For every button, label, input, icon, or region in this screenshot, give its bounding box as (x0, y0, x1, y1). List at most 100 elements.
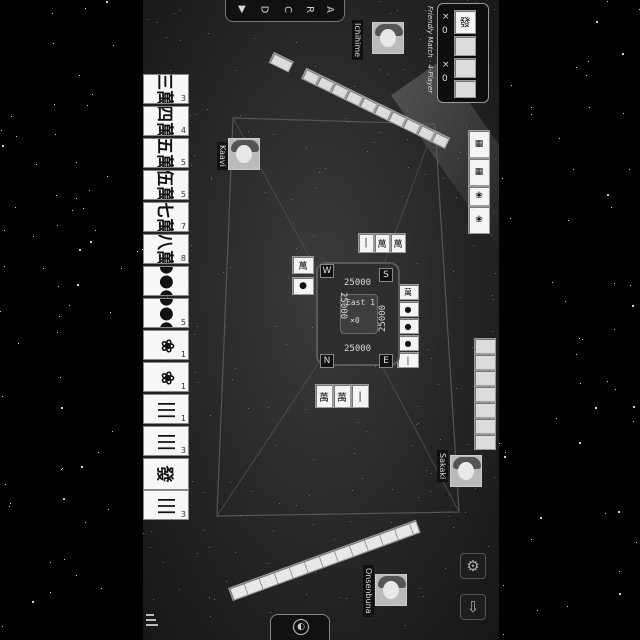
table-speck (362, 478, 363, 479)
table-speck (203, 492, 204, 493)
top-control-bar: ▼ D C R A (225, 0, 345, 22)
table-speck (358, 422, 359, 423)
table-speck (316, 187, 317, 188)
table-speck (402, 196, 403, 197)
rule-panel: 發 × 0 × 0 (437, 3, 489, 103)
discard-tile: | (351, 384, 369, 408)
star (586, 75, 587, 76)
download-button[interactable]: ⇩ (460, 594, 486, 620)
hand-tile[interactable]: ●●● (143, 266, 189, 296)
star (4, 266, 5, 267)
table-speck (492, 331, 493, 332)
dora-slot (454, 36, 476, 56)
menu-icon[interactable] (146, 614, 158, 628)
table-speck (366, 431, 367, 432)
wind-indicator-top: W (320, 264, 334, 278)
table-speck (306, 594, 307, 595)
hand-tile[interactable]: 八萬 8 (143, 234, 189, 264)
hand-tile[interactable]: 伍萬 5 (143, 170, 189, 200)
table-speck (143, 533, 144, 534)
hand-tile[interactable]: ||| 3 (143, 490, 189, 520)
table-speck (411, 445, 412, 446)
table-speck (460, 152, 461, 153)
table-speck (296, 248, 297, 249)
table-speck (240, 115, 241, 116)
emoji-icon[interactable]: ◐ (293, 619, 309, 635)
table-speck (416, 424, 417, 425)
hand-tile[interactable]: 五萬 5 (143, 138, 189, 168)
table-speck (214, 599, 215, 600)
button-a[interactable]: A (324, 6, 335, 13)
star (614, 283, 615, 284)
star (16, 136, 17, 137)
hand-tile[interactable]: ||| 1 (143, 394, 189, 424)
star (55, 134, 56, 135)
right-meld-tile: ▦ (468, 130, 490, 158)
player-avatar-top[interactable] (372, 22, 404, 54)
table-speck (230, 482, 231, 483)
star (0, 311, 1, 312)
table-speck (433, 124, 434, 125)
hand-tile[interactable]: 三萬 3 (143, 74, 189, 104)
tile-face: ||| (157, 400, 177, 420)
table-speck (225, 326, 226, 327)
table-speck (240, 515, 241, 516)
hand-tile[interactable]: 四萬 4 (143, 106, 189, 136)
table-speck (197, 326, 198, 327)
table-speck (325, 168, 326, 169)
hand-tile[interactable]: ❀ 1 (143, 330, 189, 360)
star (595, 407, 597, 409)
counter-1: 0 (442, 26, 448, 36)
tile-back (474, 386, 496, 402)
star (15, 207, 16, 208)
hand-tile[interactable]: ❀ 1 (143, 362, 189, 392)
star (57, 332, 58, 333)
tile-face: 伍萬 (154, 170, 175, 200)
star (69, 305, 70, 306)
hand-tile[interactable]: ||| 3 (143, 426, 189, 456)
star (605, 513, 606, 514)
table-speck (151, 531, 152, 532)
player-avatar-right[interactable] (450, 455, 482, 487)
hand-tile[interactable]: 七萬 7 (143, 202, 189, 232)
settings-button[interactable]: ⚙ (460, 553, 486, 579)
button-d[interactable]: D (258, 6, 269, 14)
table-speck (419, 588, 420, 589)
table-speck (293, 222, 294, 223)
gear-icon: ⚙ (466, 557, 480, 575)
table-speck (194, 334, 195, 335)
star (61, 469, 62, 470)
star (33, 236, 34, 237)
tile-back (474, 418, 496, 434)
table-speck (230, 267, 231, 268)
player-avatar-self[interactable] (375, 574, 407, 606)
menu-toggle-icon[interactable]: ▼ (238, 4, 246, 15)
player-avatar-left[interactable] (228, 138, 260, 170)
table-speck (270, 612, 271, 613)
match-title: Friendly Match · 4-Player (426, 6, 434, 94)
star (622, 53, 624, 55)
table-speck (208, 33, 209, 34)
table-speck (191, 245, 192, 246)
star (57, 225, 58, 226)
table-speck (209, 547, 210, 548)
table-speck (313, 524, 314, 525)
hand-tile[interactable]: ●●● 5 (143, 298, 189, 328)
table-speck (426, 470, 427, 471)
table-speck (267, 563, 268, 564)
star (619, 593, 621, 595)
button-c[interactable]: C (282, 6, 293, 13)
table-speck (265, 192, 266, 193)
table-speck (309, 495, 310, 496)
table-speck (296, 42, 297, 43)
button-r[interactable]: R (304, 6, 315, 13)
hand-tile[interactable]: 發 (143, 458, 189, 490)
table-speck (306, 147, 307, 148)
table-speck (305, 409, 306, 410)
star (510, 218, 511, 219)
table-speck (418, 423, 419, 424)
bottom-emoji-bar[interactable]: ◐ (270, 614, 330, 640)
star (503, 585, 504, 586)
table-speck (379, 69, 380, 70)
tile-number: 1 (180, 382, 186, 391)
